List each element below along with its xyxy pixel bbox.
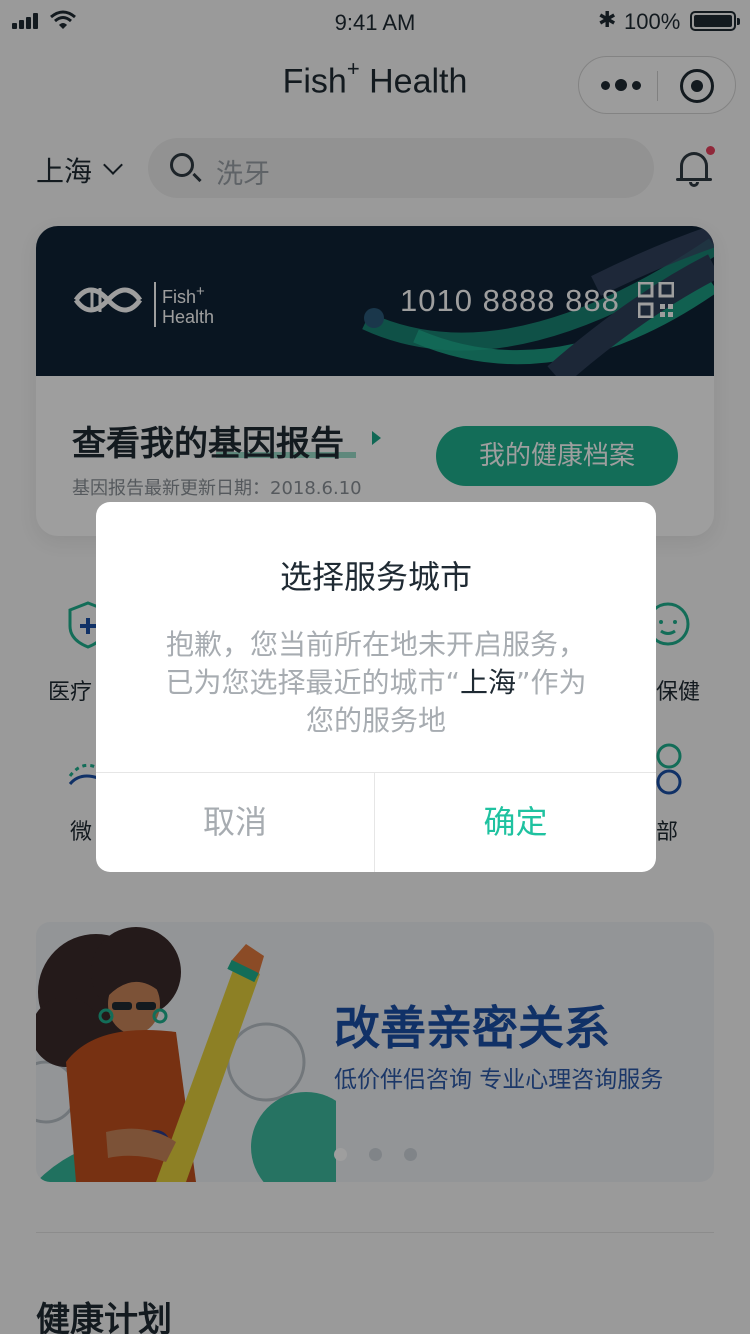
- select-city-dialog: 选择服务城市 抱歉，您当前所在地未开启服务，已为您选择最近的城市“上海”作为您的…: [96, 502, 656, 872]
- dialog-message: 抱歉，您当前所在地未开启服务，已为您选择最近的城市“上海”作为您的服务地: [165, 628, 587, 737]
- home-page: 9:41 AM ✱ 100% Fish+ Health 上海 洗牙 Fish+ …: [0, 0, 750, 1334]
- cancel-button[interactable]: 取消: [96, 773, 374, 872]
- confirm-button[interactable]: 确定: [375, 773, 656, 872]
- dialog-title: 选择服务城市: [279, 558, 472, 596]
